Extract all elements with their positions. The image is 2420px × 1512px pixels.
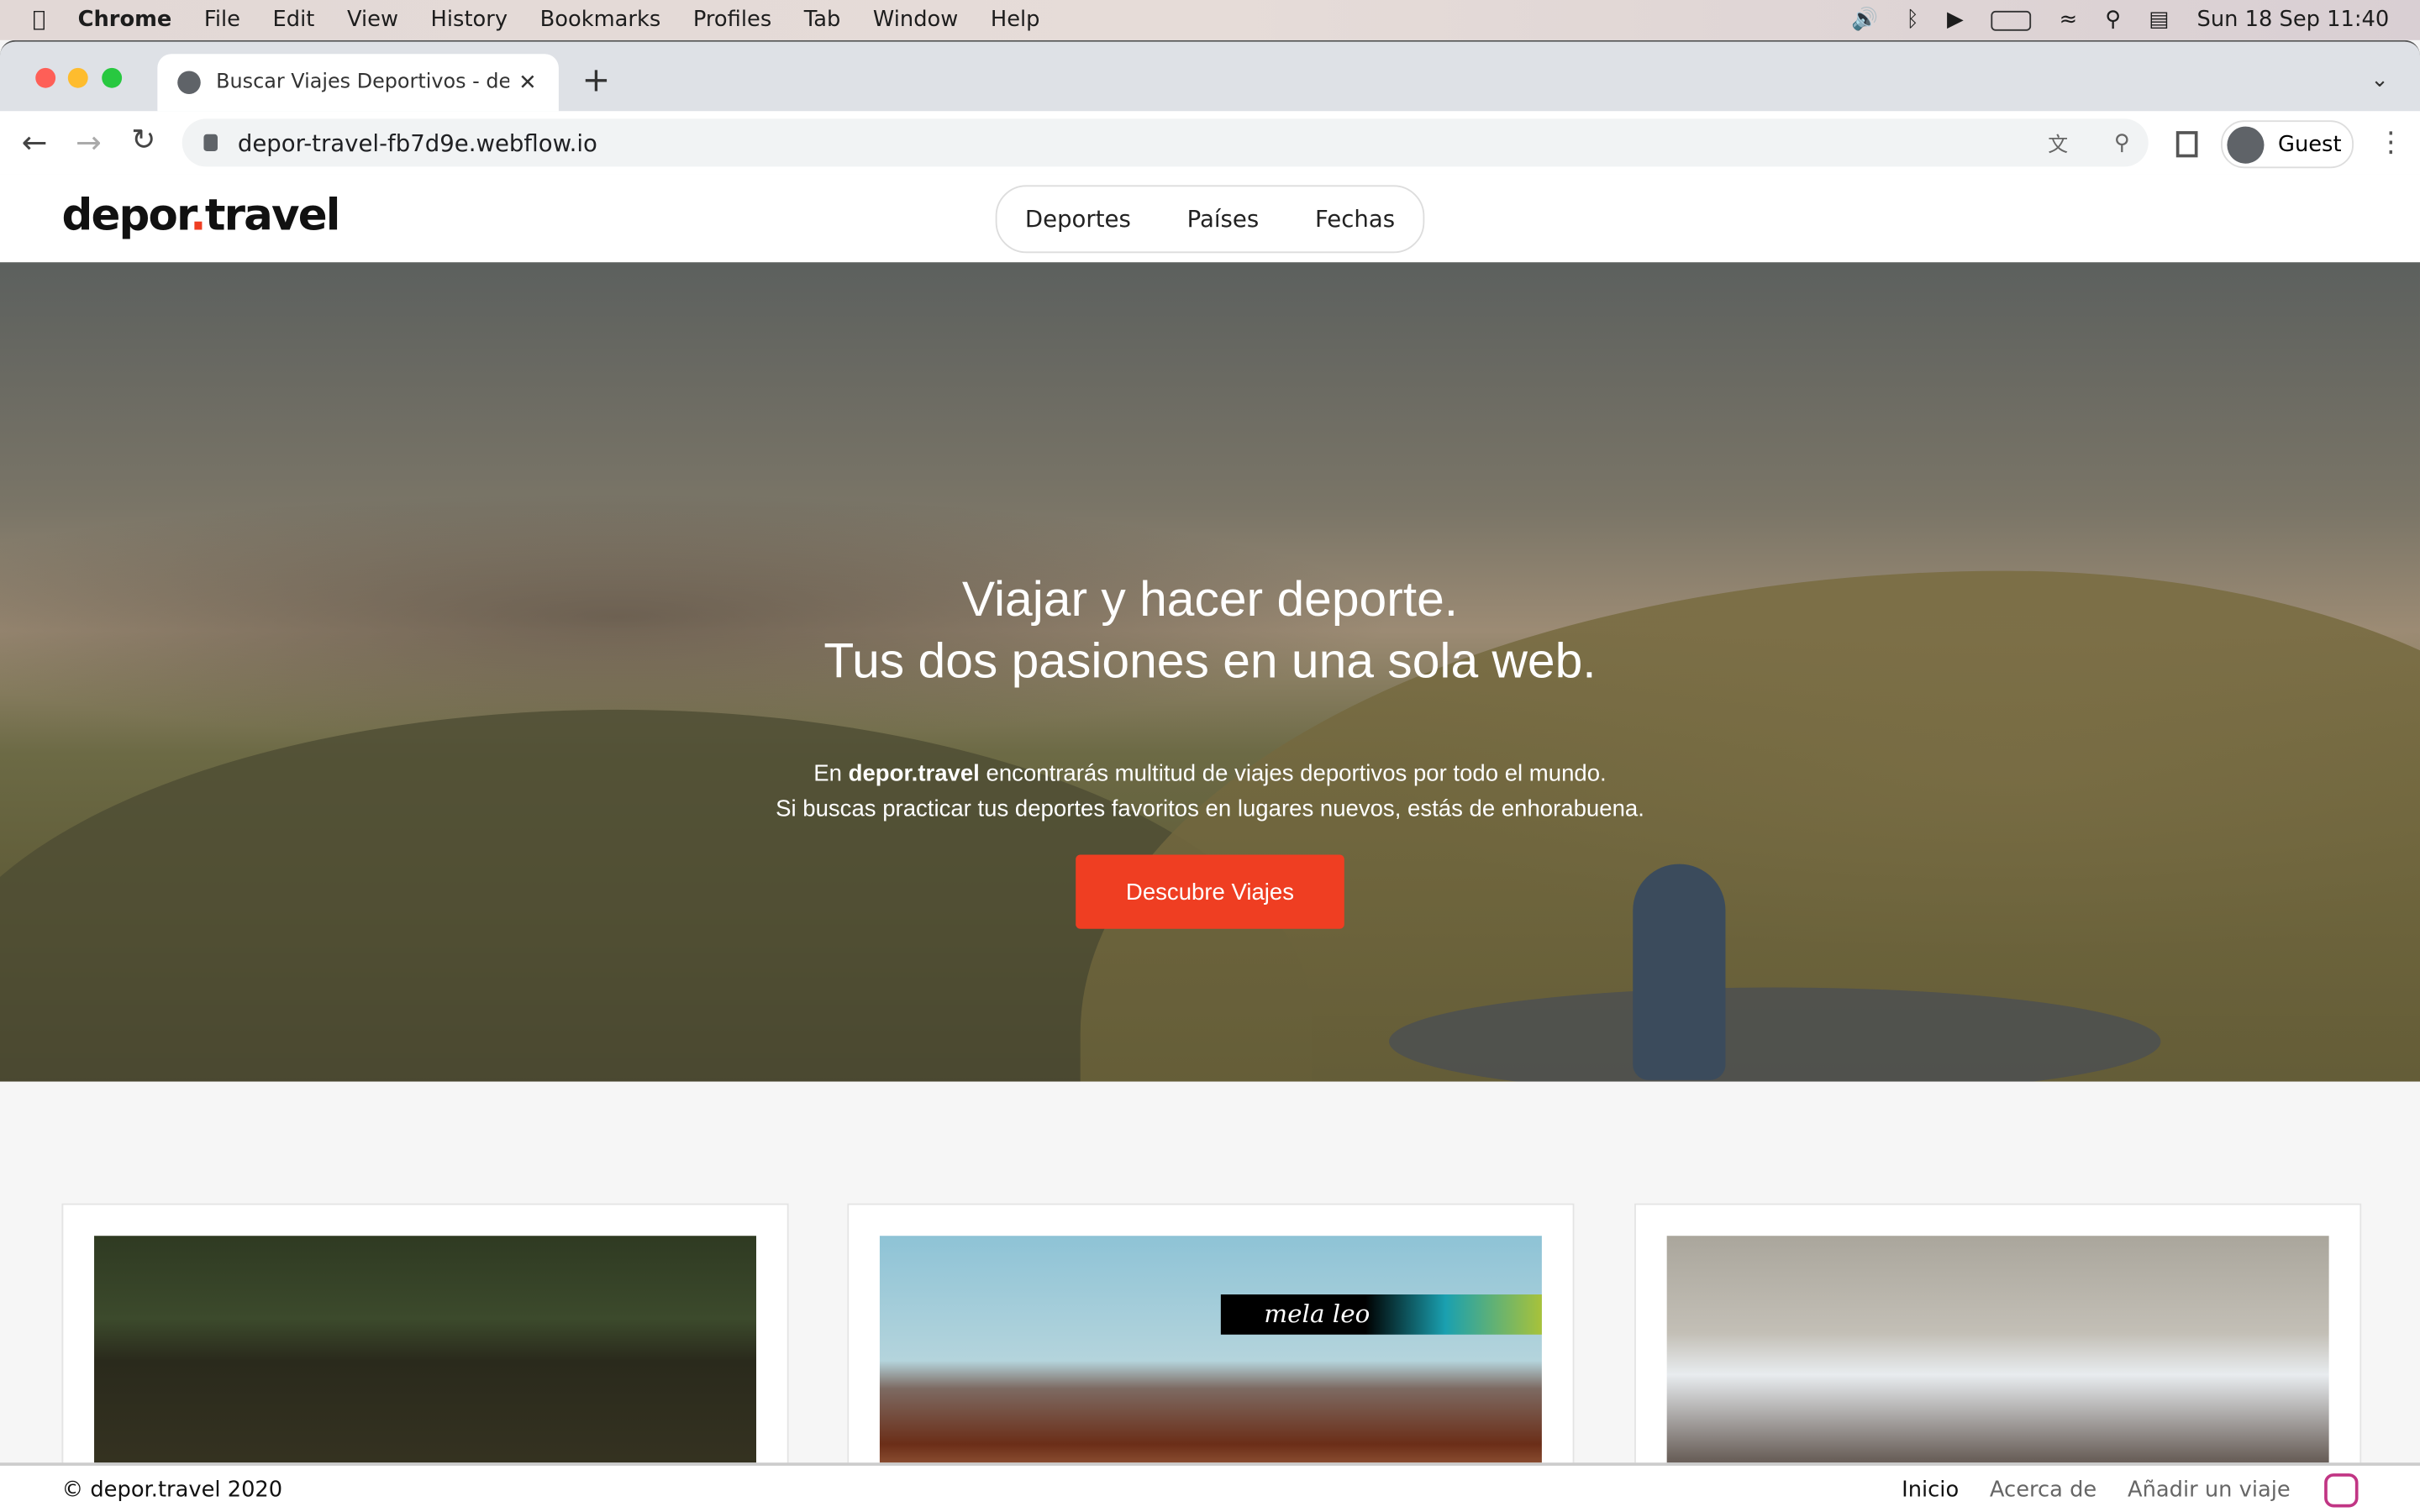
volume-icon[interactable]: 🔊	[1851, 8, 1878, 32]
card-overlay-banner: mela leo	[1220, 1294, 1542, 1335]
hero-paragraph: En depor.travel encontrarás multitud de …	[0, 756, 2420, 827]
tab-search-chevron-icon[interactable]: ⌄	[2370, 68, 2389, 92]
zoom-icon[interactable]: ⚲	[2114, 130, 2130, 155]
logo-text: depor	[61, 189, 192, 241]
menu-history[interactable]: History	[431, 8, 508, 32]
hero-brand: depor.travel	[848, 760, 980, 787]
close-tab-icon[interactable]: ✕	[518, 71, 537, 95]
footer-link-inicio[interactable]: Inicio	[1902, 1478, 1959, 1503]
instagram-icon[interactable]	[2324, 1473, 2359, 1508]
hero-text: encontrarás multitud de viajes deportivo…	[979, 760, 1607, 787]
site-footer: © depor.travel 2020 Inicio Acerca de Aña…	[0, 1462, 2420, 1512]
menu-app[interactable]: Chrome	[78, 8, 172, 32]
back-icon[interactable]: ←	[22, 123, 48, 160]
bluetooth-icon[interactable]: ᛒ	[1906, 8, 1918, 32]
avatar-icon	[2227, 125, 2265, 163]
logo-dot: .	[190, 189, 206, 241]
menu-edit[interactable]: Edit	[273, 8, 315, 32]
minimize-window-button[interactable]	[67, 67, 88, 88]
menu-bookmarks[interactable]: Bookmarks	[540, 8, 661, 32]
menu-file[interactable]: File	[204, 8, 240, 32]
menu-tab[interactable]: Tab	[804, 8, 841, 32]
url-text[interactable]: depor-travel-fb7d9e.webflow.io	[238, 129, 597, 156]
close-window-button[interactable]	[35, 67, 56, 88]
tab-title: Buscar Viajes Deportivos - dep	[216, 71, 510, 95]
menu-view[interactable]: View	[347, 8, 398, 32]
browser-menu-icon[interactable]: ⋮	[2377, 127, 2405, 160]
macos-menubar:  Chrome File Edit View History Bookmark…	[0, 0, 2420, 40]
forward-icon[interactable]: →	[76, 123, 102, 160]
side-panel-icon[interactable]	[2175, 131, 2198, 158]
footer-link-anadir[interactable]: Añadir un viaje	[2128, 1478, 2291, 1503]
lock-icon[interactable]	[203, 134, 218, 151]
translate-icon[interactable]: 文	[2048, 128, 2068, 158]
nav-deportes[interactable]: Deportes	[1025, 205, 1131, 233]
menu-window[interactable]: Window	[873, 8, 958, 32]
apple-icon[interactable]: 	[33, 8, 45, 32]
browser-tab[interactable]: Buscar Viajes Deportivos - dep ✕	[157, 54, 559, 112]
wifi-icon[interactable]: ≈	[2060, 8, 2078, 32]
globe-icon	[177, 71, 201, 95]
cyclist-shape	[1633, 864, 1726, 1080]
nav-paises[interactable]: Países	[1187, 205, 1260, 233]
hero-text: Si buscas practicar tus deportes favorit…	[776, 795, 1644, 822]
menu-help[interactable]: Help	[991, 8, 1040, 32]
footer-link-acerca[interactable]: Acerca de	[1990, 1478, 2096, 1503]
play-icon[interactable]: ▶	[1947, 8, 1964, 32]
hero-text: En	[813, 760, 849, 787]
new-tab-button[interactable]: +	[581, 61, 610, 100]
main-nav: Deportes Países Fechas	[995, 185, 1425, 254]
battery-icon[interactable]	[1991, 9, 2032, 30]
clock[interactable]: Sun 18 Sep 11:40	[2197, 8, 2390, 32]
discover-trips-button[interactable]: Descubre Viajes	[1076, 854, 1344, 929]
copyright: © depor.travel 2020	[61, 1478, 283, 1503]
hero-title-line-1: Viajar y hacer deporte.	[961, 570, 1459, 627]
address-bar[interactable]: depor-travel-fb7d9e.webflow.io 文 ⚲	[182, 118, 2149, 167]
logo-text: travel	[204, 189, 341, 241]
control-center-icon[interactable]: ▤	[2149, 8, 2169, 32]
spotlight-icon[interactable]: ⚲	[2105, 8, 2121, 32]
profile-name: Guest	[2278, 132, 2342, 157]
hero-title-line-2: Tus dos pasiones en una sola web.	[823, 633, 1597, 689]
site-logo[interactable]: depor.travel	[61, 189, 341, 241]
menu-profiles[interactable]: Profiles	[693, 8, 771, 32]
reload-icon[interactable]: ↻	[131, 123, 155, 157]
hero-content: Viajar y hacer deporte. Tus dos pasiones…	[0, 568, 2420, 827]
profile-button[interactable]: Guest	[2221, 120, 2354, 169]
maximize-window-button[interactable]	[102, 67, 123, 88]
nav-fechas[interactable]: Fechas	[1315, 205, 1395, 233]
